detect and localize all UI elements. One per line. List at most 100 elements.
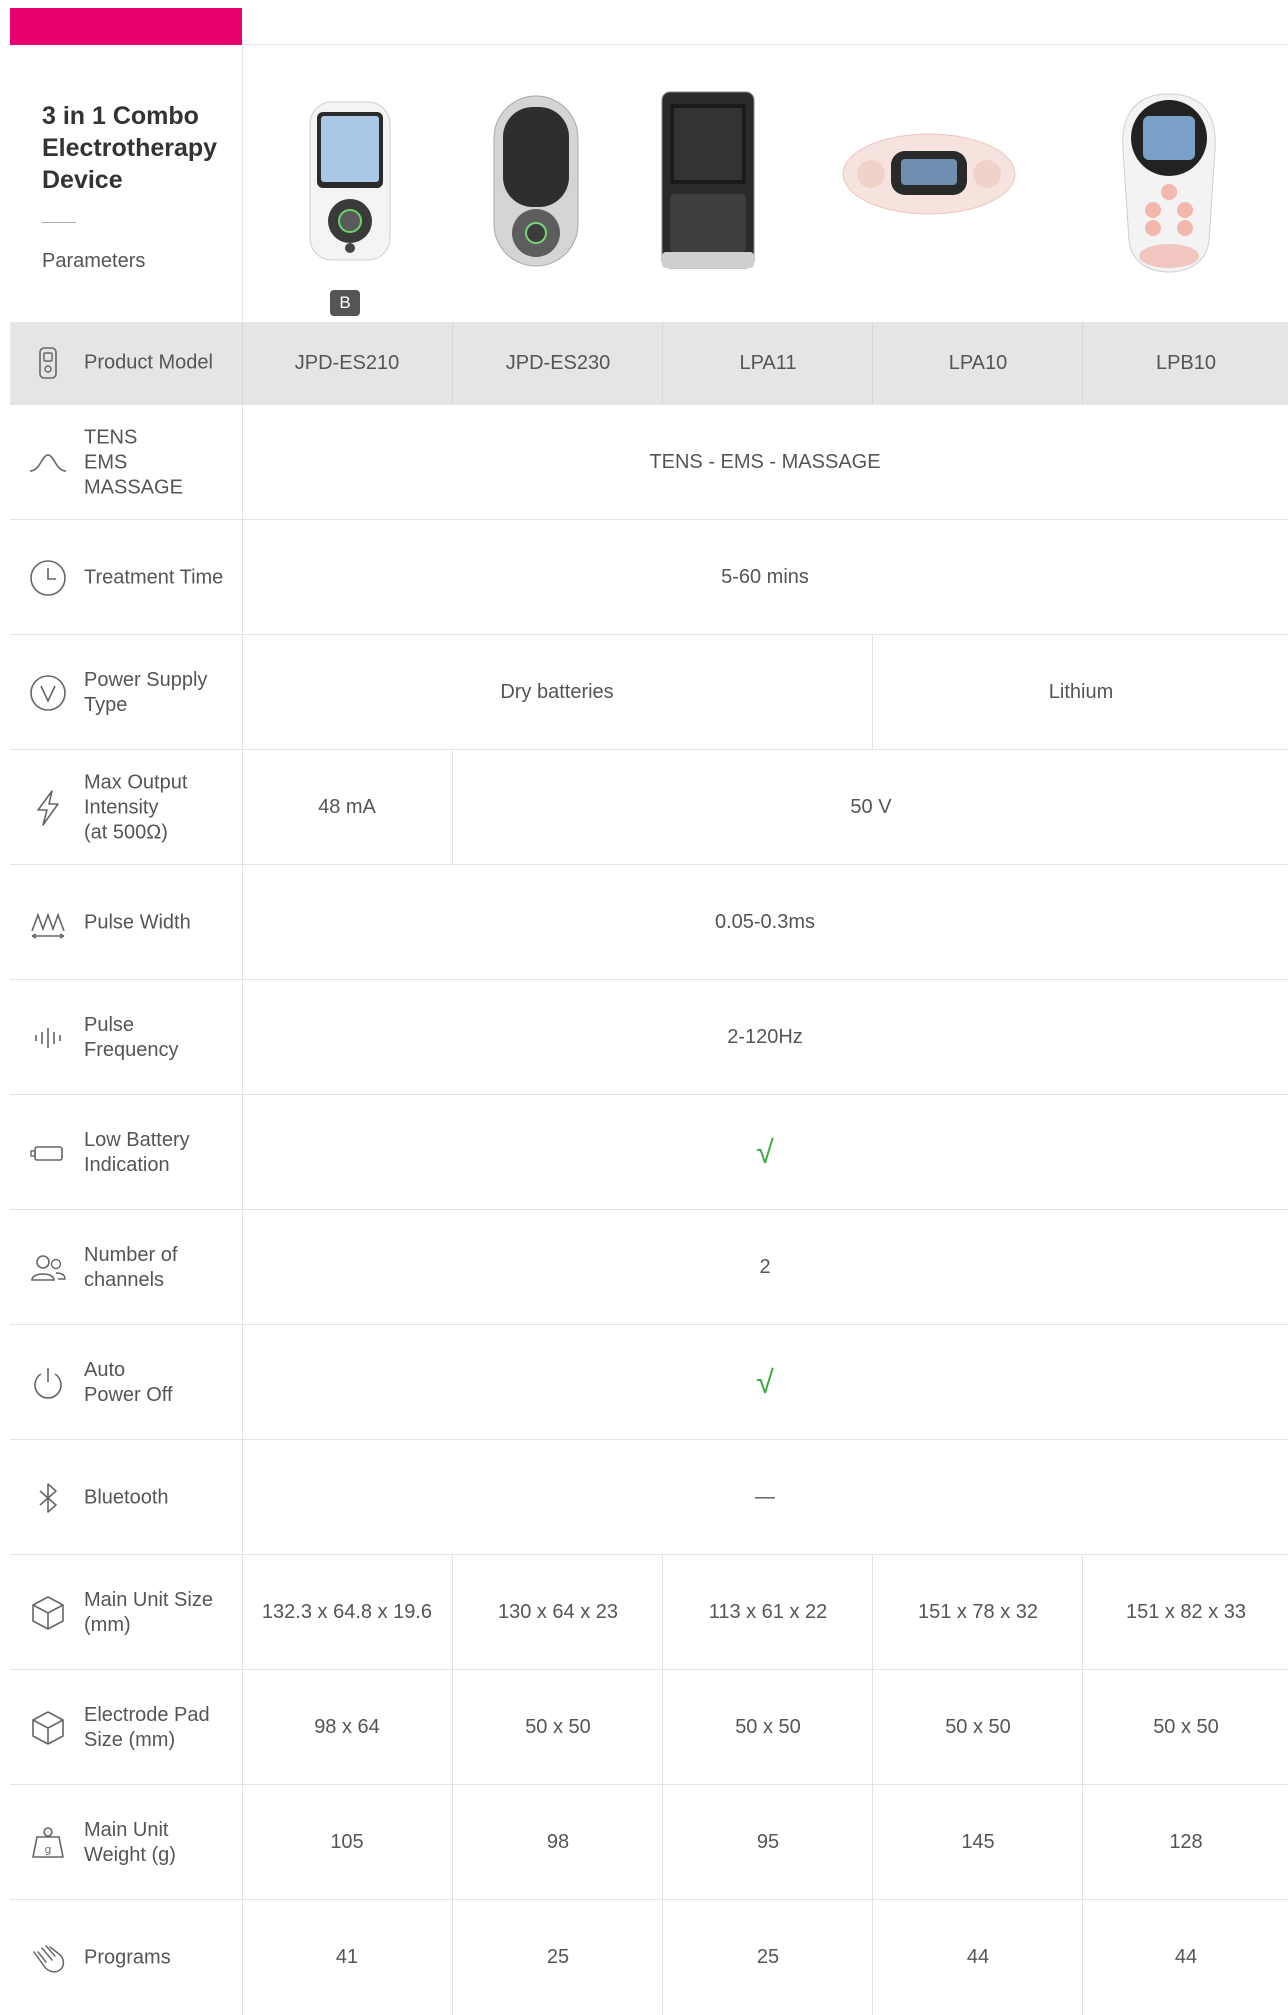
pulse-frequency-value: 2-120Hz (727, 1026, 803, 1048)
device-icon (28, 343, 68, 383)
label-cell: TENS EMS MASSAGE (10, 405, 243, 520)
row-electrode-pad-size: Electrode Pad Size (mm) 98 x 64 50 x 50 … (10, 1669, 1288, 1785)
row-channels: Number of channels 2 (10, 1209, 1288, 1325)
label-cell: Number of channels (10, 1210, 243, 1325)
row-pulse-frequency: Pulse Frequency 2-120Hz (10, 979, 1288, 1095)
label-electrode-pad-size: Electrode Pad Size (mm) (84, 1703, 210, 1751)
row-auto-power-off: Auto Power Off √ (10, 1324, 1288, 1440)
label-main-unit-weight: Main Unit Weight (g) (84, 1818, 176, 1866)
row-treatment-time: Treatment Time 5-60 mins (10, 519, 1288, 635)
label-programs: Programs (84, 1946, 171, 1968)
users-icon (28, 1248, 68, 1288)
battery-icon (28, 1133, 68, 1173)
row-power-supply: Power Supply Type Dry batteries Lithium (10, 634, 1288, 750)
parameters-label: Parameters (42, 250, 146, 272)
label-max-output: Max Output Intensity (at 500Ω) (84, 771, 188, 843)
variant-badge: B (330, 290, 360, 316)
model-cell: JPD-ES210 (294, 351, 400, 374)
wave-icon (28, 443, 68, 483)
unit-size-cell: 151 x 78 x 32 (872, 1555, 1083, 1670)
label-cell: Power Supply Type (10, 635, 243, 750)
bluetooth-value: — (755, 1486, 775, 1508)
device-image-jpd-es230 (493, 95, 579, 267)
svg-text:g: g (45, 1843, 52, 1856)
channels-value: 2 (759, 1256, 771, 1278)
programs-cell: 44 (1082, 1900, 1288, 2015)
row-bluetooth: Bluetooth — (10, 1439, 1288, 1555)
power-supply-icon (28, 673, 68, 713)
box-icon (28, 1593, 68, 1633)
label-power-supply: Power Supply Type (84, 668, 208, 716)
device-image-lpa11 (661, 91, 755, 269)
model-cell: JPD-ES230 (452, 322, 663, 404)
label-channels: Number of channels (84, 1243, 178, 1291)
unit-size-cell: 132.3 x 64.8 x 19.6 (261, 1601, 433, 1623)
label-cell: Electrode Pad Size (mm) (10, 1670, 243, 1785)
lightning-icon (28, 788, 68, 828)
mode-value: TENS - EMS - MASSAGE (649, 451, 881, 473)
power-supply-value: Lithium (872, 635, 1288, 750)
label-low-battery: Low Battery Indication (84, 1128, 190, 1176)
model-cell: LPA11 (662, 322, 873, 404)
programs-cell: 44 (872, 1900, 1083, 2015)
programs-cell: 25 (452, 1900, 663, 2015)
programs-cell: 41 (335, 1946, 359, 1968)
frequency-icon (28, 1018, 68, 1058)
auto-power-off-check: √ (756, 1364, 774, 1400)
label-cell: Max Output Intensity (at 500Ω) (10, 750, 243, 865)
page-title: 3 in 1 Combo Electrotherapy Device (42, 102, 218, 194)
row-product-model: Product Model JPD-ES210 JPD-ES230 LPA11 … (10, 322, 1288, 404)
unit-size-cell: 130 x 64 x 23 (452, 1555, 663, 1670)
max-output-value: 50 V (452, 750, 1288, 865)
hand-icon (28, 1938, 68, 1978)
weight-cell: 95 (662, 1785, 873, 1900)
label-pulse-width: Pulse Width (84, 911, 191, 933)
pad-size-cell: 50 x 50 (452, 1670, 663, 1785)
label-cell: Pulse Width (10, 865, 243, 980)
device-image-lpb10 (1122, 93, 1216, 273)
title-cell: 3 in 1 Combo Electrotherapy Device Param… (10, 45, 243, 322)
pad-size-cell: 98 x 64 (314, 1716, 380, 1738)
row-programs: Programs 41 25 25 44 44 (10, 1899, 1288, 2015)
weight-cell: 145 (872, 1785, 1083, 1900)
weight-cell: 128 (1082, 1785, 1288, 1900)
row-main-unit-weight: g Main Unit Weight (g) 105 98 95 145 128 (10, 1784, 1288, 1900)
accent-bar (10, 8, 242, 45)
device-image-lpa10 (842, 133, 1016, 215)
max-output-value: 48 mA (318, 796, 376, 818)
weight-cell: 98 (452, 1785, 663, 1900)
label-cell: Main Unit Size (mm) (10, 1555, 243, 1670)
label-auto-power-off: Auto Power Off (84, 1358, 173, 1406)
unit-size-cell: 113 x 61 x 22 (662, 1555, 873, 1670)
label-cell: Programs (10, 1900, 243, 2015)
pad-size-cell: 50 x 50 (1082, 1670, 1288, 1785)
label-cell: Bluetooth (10, 1440, 243, 1555)
bluetooth-icon (28, 1478, 68, 1518)
pulse-width-value: 0.05-0.3ms (714, 911, 816, 933)
label-cell: Pulse Frequency (10, 980, 243, 1095)
product-header: 3 in 1 Combo Electrotherapy Device Param… (10, 45, 1288, 322)
pulse-width-icon (28, 903, 68, 943)
row-max-output: Max Output Intensity (at 500Ω) 48 mA 50 … (10, 749, 1288, 865)
low-battery-check: √ (756, 1134, 774, 1170)
device-image-jpd-es210 (309, 101, 391, 261)
label-mode: TENS EMS MASSAGE (84, 426, 183, 498)
model-cell: LPB10 (1082, 322, 1288, 404)
box-icon (28, 1708, 68, 1748)
label-cell: Treatment Time (10, 520, 243, 635)
programs-cell: 25 (662, 1900, 873, 2015)
label-bluetooth: Bluetooth (84, 1486, 169, 1508)
row-main-unit-size: Main Unit Size (mm) 132.3 x 64.8 x 19.6 … (10, 1554, 1288, 1670)
weight-icon: g (28, 1823, 68, 1863)
row-low-battery: Low Battery Indication √ (10, 1094, 1288, 1210)
label-cell: g Main Unit Weight (g) (10, 1785, 243, 1900)
row-mode: TENS EMS MASSAGE TENS - EMS - MASSAGE (10, 404, 1288, 520)
treatment-time-value: 5-60 mins (721, 566, 809, 588)
title-divider (42, 222, 76, 223)
clock-icon (28, 558, 68, 598)
power-supply-value: Dry batteries (500, 681, 614, 703)
label-cell: Product Model (10, 322, 243, 404)
label-product-model: Product Model (84, 351, 213, 374)
pad-size-cell: 50 x 50 (662, 1670, 873, 1785)
label-pulse-frequency: Pulse Frequency (84, 1013, 179, 1061)
